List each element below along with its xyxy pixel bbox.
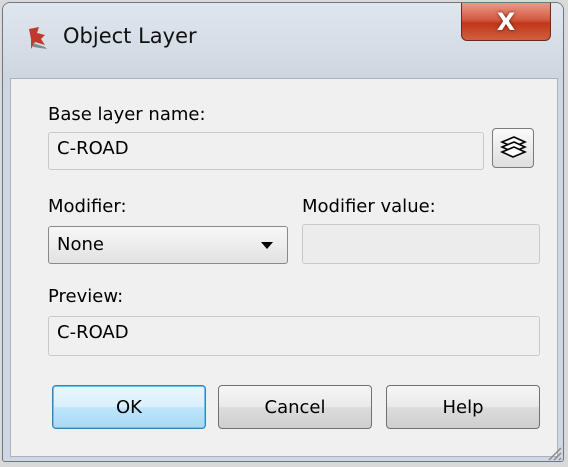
ok-button-label: OK (116, 396, 142, 418)
close-button[interactable]: X (461, 3, 551, 41)
chevron-down-icon (261, 242, 273, 249)
modifier-value-field (302, 224, 540, 264)
ok-button[interactable]: OK (52, 385, 206, 429)
base-layer-field: C-ROAD (48, 132, 484, 170)
cancel-button-label: Cancel (264, 396, 326, 418)
preview-field: C-ROAD (48, 316, 540, 356)
cancel-button[interactable]: Cancel (218, 385, 372, 429)
base-layer-value: C-ROAD (57, 138, 129, 159)
app-icon (29, 27, 47, 49)
window-title: Object Layer (63, 24, 197, 48)
preview-value: C-ROAD (57, 322, 129, 343)
modifier-selected-value: None (57, 234, 104, 255)
help-button[interactable]: Help (386, 385, 540, 429)
layers-icon (499, 136, 528, 158)
close-icon: X (496, 7, 516, 36)
modifier-label: Modifier: (48, 196, 127, 217)
modifier-dropdown[interactable]: None (48, 226, 288, 264)
resize-grip-icon[interactable] (544, 443, 562, 461)
preview-label: Preview: (48, 286, 124, 307)
modifier-value-label: Modifier value: (302, 196, 436, 217)
base-layer-browse-button[interactable] (492, 128, 534, 168)
help-button-label: Help (442, 396, 484, 418)
title-bar[interactable]: Object Layer X (3, 3, 563, 81)
base-layer-label: Base layer name: (48, 104, 206, 125)
